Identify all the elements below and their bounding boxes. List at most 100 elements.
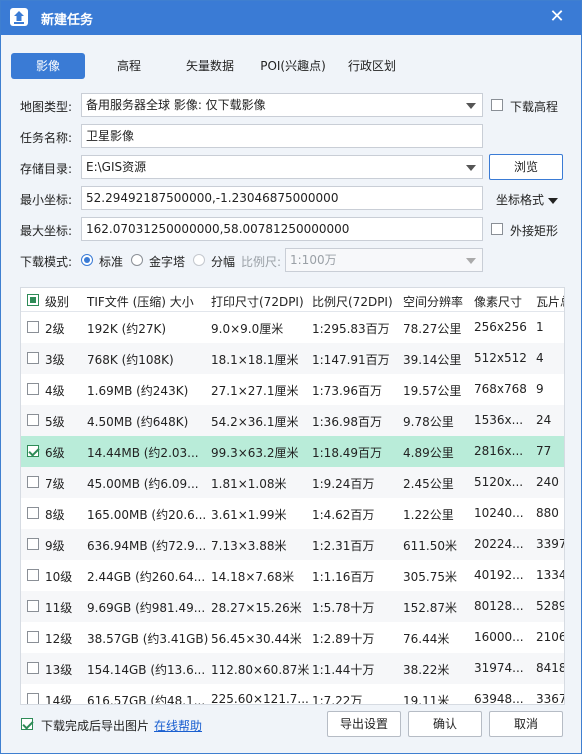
cell-pixel-size: 5120x... (474, 475, 524, 489)
tab-vector-data[interactable]: 矢量数据 (177, 53, 243, 79)
row-checkbox[interactable] (27, 693, 39, 704)
cell-tif-size: 4.50MB (约648K) (87, 415, 189, 429)
close-icon[interactable]: ✕ (545, 5, 569, 29)
row-checkbox[interactable] (27, 476, 39, 488)
row-checkbox[interactable] (27, 569, 39, 581)
cell-resolution: 38.22米 (403, 663, 450, 677)
map-type-select[interactable]: 备用服务器全球 影像: 仅下载影像 (81, 93, 483, 117)
cell-pixel-size: 256x256 (474, 320, 527, 334)
row-checkbox[interactable] (27, 445, 39, 457)
export-settings-button[interactable]: 导出设置 (327, 711, 401, 737)
cell-print-size: 225.60×121.7... (211, 692, 309, 705)
mode-pyramid-radio[interactable] (131, 254, 143, 266)
table-row[interactable]: 8级 165.00MB (约20.6... 3.61×1.99米 1:4.62百万 1.… (21, 498, 564, 529)
row-checkbox[interactable] (27, 414, 39, 426)
min-coord-input[interactable]: 52.29492187500000,-1.23046875000000 (81, 186, 483, 210)
col-tile-total[interactable]: 瓦片总 (536, 293, 564, 310)
col-scale[interactable]: 比例尺(72DPI) (312, 293, 393, 310)
ok-button[interactable]: 确认 (408, 711, 482, 737)
col-tif-size[interactable]: TIF文件 (压缩) 大小 (87, 293, 194, 310)
coord-format-label: 坐标格式 (496, 193, 545, 207)
outer-rect-label: 外接矩形 (510, 224, 559, 238)
select-all-checkbox[interactable] (27, 294, 39, 306)
table-row[interactable]: 7级 45.00MB (约6.09... 1.81×1.08米 1:9.24百万 2.4… (21, 467, 564, 498)
cell-print-size: 18.1×18.1厘米 (211, 353, 299, 367)
table-row[interactable]: 9级 636.94MB (约72.9... 7.13×3.88米 1:2.31百万 61… (21, 529, 564, 560)
cell-scale: 1:18.49百万 (312, 446, 383, 460)
chevron-down-icon (466, 258, 476, 264)
task-name-label: 任务名称: (20, 131, 73, 145)
task-name-input[interactable]: 卫星影像 (81, 124, 483, 148)
row-checkbox[interactable] (27, 383, 39, 395)
chevron-down-icon (466, 103, 476, 109)
table-row[interactable]: 4级 1.69MB (约243K) 27.1×27.1厘米 1:73.96百万 19.5… (21, 374, 564, 405)
tab-admin-division[interactable]: 行政区划 (341, 53, 403, 79)
cell-scale: 1:1.44十万 (312, 663, 375, 677)
zoom-level-table: 级别 TIF文件 (压缩) 大小 打印尺寸(72DPI) 比例尺(72DPI) … (20, 287, 565, 705)
mode-pyramid-label: 金字塔 (149, 255, 186, 269)
tab-poi[interactable]: POI(兴趣点) (253, 53, 333, 79)
cell-scale: 1:9.24百万 (312, 477, 375, 491)
cancel-button[interactable]: 取消 (489, 711, 563, 737)
table-row[interactable]: 13级 154.14GB (约13.6... 112.80×60.87米 1:1.44… (21, 653, 564, 684)
row-checkbox[interactable] (27, 321, 39, 333)
row-checkbox[interactable] (27, 507, 39, 519)
cell-tif-size: 192K (约27K) (87, 322, 167, 336)
export-after-checkbox[interactable] (21, 718, 33, 730)
download-elevation-checkbox[interactable] (491, 99, 503, 111)
max-coord-input[interactable]: 162.07031250000000,58.00781250000000 (81, 217, 483, 241)
cell-print-size: 54.2×36.1厘米 (211, 415, 299, 429)
cell-resolution: 9.78公里 (403, 415, 454, 429)
col-resolution[interactable]: 空间分辨率 (403, 293, 463, 310)
tab-imagery[interactable]: 影像 (11, 53, 85, 79)
scale-select[interactable]: 1:100万 (285, 248, 483, 272)
cell-level: 9级 (45, 539, 65, 553)
cell-level: 11级 (45, 601, 73, 615)
cell-tile-total: 1 (536, 320, 544, 334)
browse-button[interactable]: 浏览 (489, 154, 563, 180)
cell-tile-total: 13345 (536, 568, 564, 582)
mode-sheet-radio[interactable] (193, 254, 205, 266)
outer-rect-checkbox[interactable] (491, 223, 503, 235)
cell-resolution: 76.44米 (403, 632, 450, 646)
table-row[interactable]: 10级 2.44GB (约260.64... 14.18×7.68米 1:1.16百万… (21, 560, 564, 591)
max-coord-label: 最大坐标: (20, 224, 73, 238)
cell-resolution: 19.57公里 (403, 384, 462, 398)
cell-tif-size: 616.57GB (约48.1... (87, 694, 206, 705)
cell-tile-total: 33673 (536, 692, 564, 705)
table-row[interactable]: 14级 616.57GB (约48.1... 225.60×121.7... 1:7.… (21, 684, 564, 705)
table-row[interactable]: 2级 192K (约27K) 9.0×9.0厘米 1:295.83百万 78.27公里 2… (21, 312, 564, 343)
row-checkbox[interactable] (27, 631, 39, 643)
row-checkbox[interactable] (27, 662, 39, 674)
table-row[interactable]: 11级 9.69GB (约981.49... 28.27×15.26米 1:5.78十… (21, 591, 564, 622)
col-level[interactable]: 级别 (45, 293, 69, 310)
cell-tif-size: 154.14GB (约13.6... (87, 663, 206, 677)
cell-tif-size: 14.44MB (约2.03... (87, 446, 199, 460)
mode-standard-radio[interactable] (81, 254, 93, 266)
table-row[interactable]: 3级 768K (约108K) 18.1×18.1厘米 1:147.91百万 39.14… (21, 343, 564, 374)
online-help-link[interactable]: 在线帮助 (154, 717, 202, 734)
cell-print-size: 7.13×3.88米 (211, 539, 287, 553)
coord-format-dropdown[interactable]: 坐标格式 (496, 191, 559, 208)
table-row[interactable]: 12级 38.57GB (约3.41GB) 56.45×30.44米 1:2.89十万… (21, 622, 564, 653)
cell-pixel-size: 512x512 (474, 351, 527, 365)
cell-resolution: 305.75米 (403, 570, 457, 584)
cell-level: 6级 (45, 446, 65, 460)
row-checkbox[interactable] (27, 538, 39, 550)
cell-pixel-size: 31974... (474, 661, 524, 675)
cell-scale: 1:2.89十万 (312, 632, 375, 646)
storage-dir-value: E:\GIS资源 (86, 160, 147, 174)
table-row[interactable]: 5级 4.50MB (约648K) 54.2×36.1厘米 1:36.98百万 9.78… (21, 405, 564, 436)
tab-elevation[interactable]: 高程 (97, 53, 161, 79)
cell-pixel-size: 768x768 (474, 382, 527, 396)
row-checkbox[interactable] (27, 352, 39, 364)
row-checkbox[interactable] (27, 600, 39, 612)
storage-dir-select[interactable]: E:\GIS资源 (81, 155, 483, 179)
cell-pixel-size: 40192... (474, 568, 524, 582)
table-row[interactable]: 6级 14.44MB (约2.03... 99.3×63.2厘米 1:18.49百万 4… (21, 436, 564, 467)
col-print-size[interactable]: 打印尺寸(72DPI) (211, 293, 304, 310)
cell-resolution: 78.27公里 (403, 322, 462, 336)
app-logo-icon (10, 8, 28, 26)
cell-tif-size: 636.94MB (约72.9... (87, 539, 207, 553)
col-pixel-size[interactable]: 像素尺寸 (474, 293, 522, 310)
